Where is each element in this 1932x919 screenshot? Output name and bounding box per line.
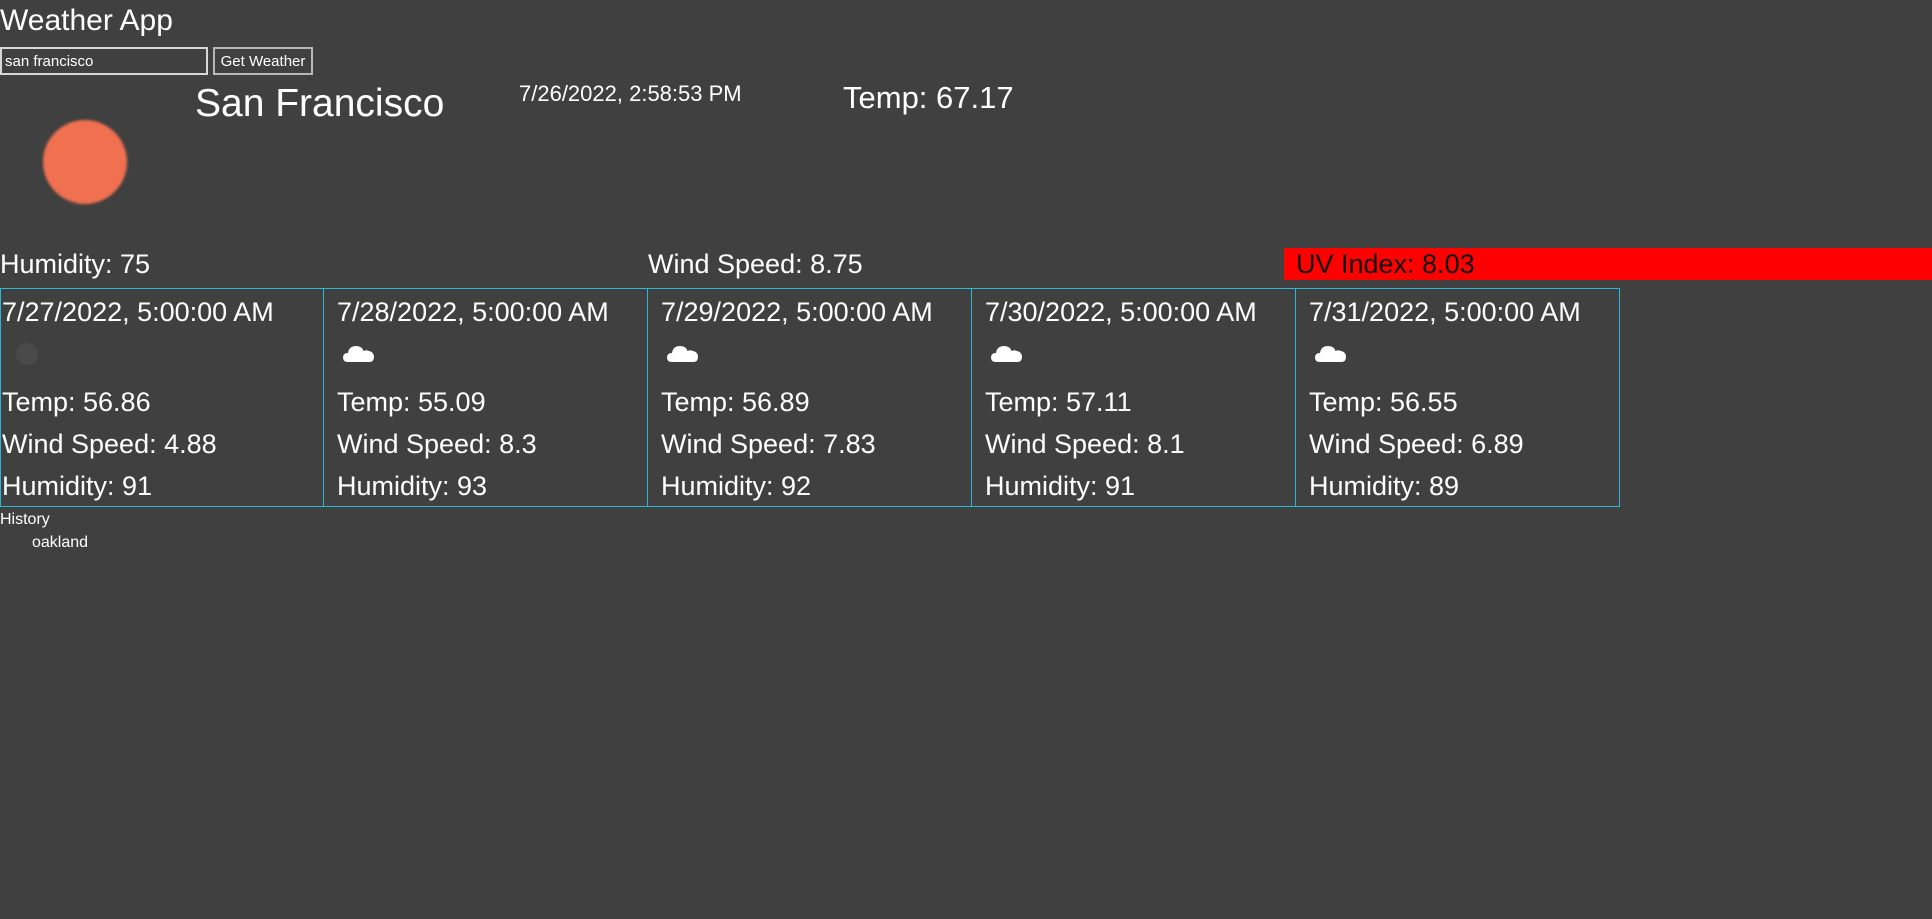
forecast-wind-speed: Wind Speed: 8.1 — [985, 429, 1185, 459]
forecast-date: 7/31/2022, 5:00:00 AM — [1309, 297, 1581, 327]
forecast-temp: Temp: 55.09 — [337, 387, 486, 417]
forecast-date: 7/29/2022, 5:00:00 AM — [661, 297, 933, 327]
forecast-temp: Temp: 56.55 — [1309, 387, 1458, 417]
forecast-wind-speed: Wind Speed: 7.83 — [661, 429, 876, 459]
forecast-wind-speed: Wind Speed: 8.3 — [337, 429, 537, 459]
current-datetime: 7/26/2022, 2:58:53 PM — [519, 81, 742, 106]
app-title: Weather App — [0, 4, 173, 37]
forecast-temp: Temp: 56.89 — [661, 387, 810, 417]
current-temp: Temp: 67.17 — [843, 80, 1014, 115]
cloud-icon — [991, 346, 1022, 362]
history-heading: History — [0, 511, 50, 528]
forecast-card: 7/28/2022, 5:00:00 AM Temp: 55.09 Wind S… — [323, 288, 648, 507]
forecast-card: 7/31/2022, 5:00:00 AM Temp: 56.55 Wind S… — [1295, 288, 1620, 507]
clear-night-icon — [16, 343, 38, 365]
forecast-humidity: Humidity: 91 — [2, 471, 153, 501]
history-item[interactable]: oakland — [32, 533, 88, 553]
get-weather-button[interactable]: Get Weather — [213, 47, 313, 75]
forecast-card: 7/27/2022, 5:00:00 AM Temp: 56.86 Wind S… — [0, 288, 324, 507]
forecast-card: 7/29/2022, 5:00:00 AM Temp: 56.89 Wind S… — [647, 288, 972, 507]
current-wind-speed: Wind Speed: 8.75 — [648, 249, 863, 279]
forecast-row: 7/27/2022, 5:00:00 AM Temp: 56.86 Wind S… — [0, 288, 1620, 507]
sun-icon — [43, 120, 127, 204]
forecast-date: 7/27/2022, 5:00:00 AM — [2, 297, 274, 327]
forecast-card: 7/30/2022, 5:00:00 AM Temp: 57.11 Wind S… — [971, 288, 1296, 507]
forecast-humidity: Humidity: 92 — [661, 471, 812, 501]
history-list: oakland — [32, 533, 88, 553]
forecast-humidity: Humidity: 91 — [985, 471, 1136, 501]
forecast-wind-speed: Wind Speed: 4.88 — [2, 429, 217, 459]
forecast-temp: Temp: 57.11 — [985, 387, 1132, 417]
forecast-temp: Temp: 56.86 — [2, 387, 151, 417]
forecast-date: 7/30/2022, 5:00:00 AM — [985, 297, 1257, 327]
uv-index-badge: UV Index: 8.03 — [1284, 248, 1932, 280]
current-humidity: Humidity: 75 — [0, 249, 151, 279]
cloud-icon — [1315, 346, 1346, 362]
city-name: San Francisco — [195, 82, 445, 125]
forecast-humidity: Humidity: 89 — [1309, 471, 1460, 501]
city-search-input[interactable] — [0, 47, 208, 75]
cloud-icon — [343, 346, 374, 362]
forecast-wind-speed: Wind Speed: 6.89 — [1309, 429, 1524, 459]
forecast-date: 7/28/2022, 5:00:00 AM — [337, 297, 609, 327]
forecast-humidity: Humidity: 93 — [337, 471, 488, 501]
cloud-icon — [667, 346, 698, 362]
